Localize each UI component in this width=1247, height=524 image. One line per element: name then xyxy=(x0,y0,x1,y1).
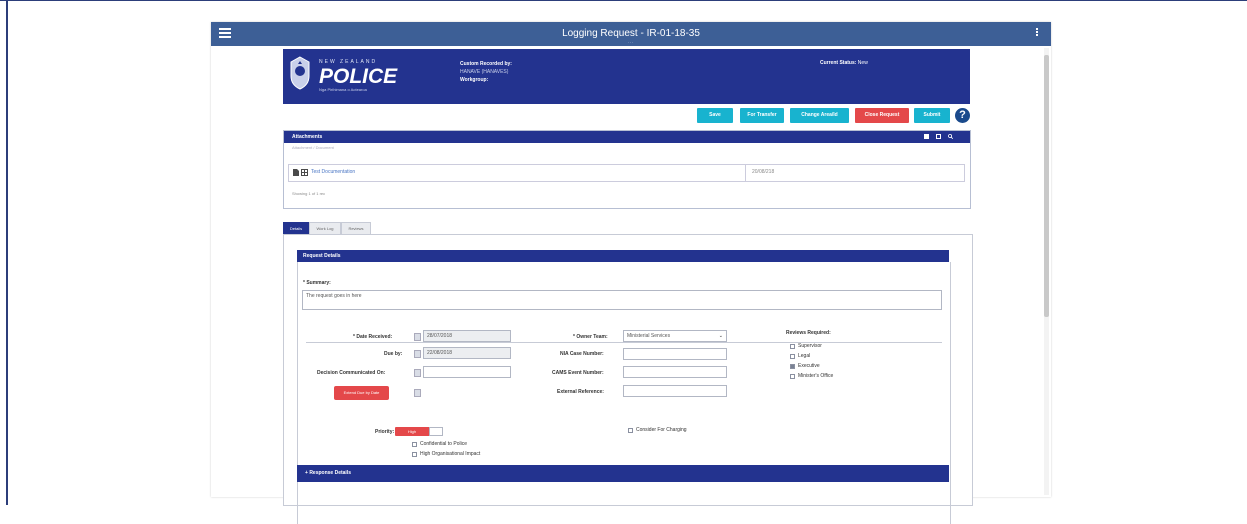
change-area-button[interactable]: Change Area/Id xyxy=(790,108,849,123)
review-legal-checkbox[interactable] xyxy=(790,354,795,359)
request-details-body: * Summary: The request goes in here * Da… xyxy=(297,262,951,524)
review-executive-label: Executive xyxy=(798,363,820,369)
search-icon[interactable] xyxy=(948,134,953,139)
date-received-calendar-icon[interactable] xyxy=(414,333,421,341)
due-by-field[interactable]: 22/08/2018 xyxy=(423,347,511,359)
expand-toggle-icon: + xyxy=(305,470,308,476)
confidential-label: Confidential to Police xyxy=(420,441,467,447)
attachments-count: Showing 1 of 1 rec xyxy=(292,191,326,196)
nia-case-label: NIA Case Number: xyxy=(560,351,604,357)
top-border xyxy=(0,0,1247,1)
submit-button[interactable]: Submit xyxy=(914,108,950,123)
cams-event-label: CAMS Event Number: xyxy=(552,370,604,376)
for-transfer-button[interactable]: For Transfer xyxy=(740,108,784,123)
owner-team-select[interactable]: Ministerial Services ⌄ xyxy=(623,330,727,342)
logged-by-label: Custom Recorded by: xyxy=(460,61,512,67)
title-bar: Logging Request - IR-01-18-35 ... xyxy=(211,22,1051,46)
attachments-title: Attachments xyxy=(292,134,323,140)
review-supervisor-checkbox[interactable] xyxy=(790,344,795,349)
summary-label: * Summary: xyxy=(303,280,331,286)
more-options-icon[interactable] xyxy=(1036,28,1039,40)
consider-charging-label: Consider For Charging xyxy=(636,427,687,433)
status-value: New xyxy=(857,60,868,66)
review-supervisor-label: Supervisor xyxy=(798,343,822,349)
logo-police: POLICE xyxy=(319,65,398,88)
review-legal-label: Legal xyxy=(798,353,811,359)
table-icon xyxy=(301,169,308,176)
police-crest-icon xyxy=(290,56,310,90)
chevron-down-icon: ⌄ xyxy=(718,333,723,339)
decision-communicated-field[interactable] xyxy=(423,366,511,378)
date-received-label: * Date Received: xyxy=(353,334,393,340)
toggle-knob xyxy=(429,427,443,436)
decision-calendar-icon[interactable] xyxy=(414,369,421,377)
org-impact-checkbox[interactable] xyxy=(412,452,417,457)
review-executive-checkbox[interactable] xyxy=(790,364,795,369)
row-divider xyxy=(745,165,746,181)
attachments-panel: Attachments Attachment / Document Test D… xyxy=(283,130,971,209)
date-received-field[interactable]: 28/07/2018 xyxy=(423,330,511,342)
logo-tagline: Nga Pirihimana o Aotearoa xyxy=(319,87,367,92)
due-by-calendar-icon[interactable] xyxy=(414,350,421,358)
attachment-meta: 20/08/218 xyxy=(752,169,775,175)
status-label: Current Status: xyxy=(820,60,857,66)
extend-due-date-button[interactable]: Extend Due by Date xyxy=(334,386,389,400)
header-meta: Custom Recorded by: HANAVE (HANAVES) Wor… xyxy=(460,60,512,84)
review-ministers-office-checkbox[interactable] xyxy=(790,374,795,379)
owner-team-value: Ministerial Services xyxy=(627,333,671,339)
due-by-label: Due by: xyxy=(384,351,403,357)
extend-calendar-icon[interactable] xyxy=(414,389,421,397)
reviews-required-label: Reviews Required: xyxy=(786,330,831,336)
close-request-button[interactable]: Close Request xyxy=(855,108,909,123)
window-title: Logging Request - IR-01-18-35 xyxy=(562,28,700,39)
request-details-header: Request Details xyxy=(297,250,949,262)
owner-team-label: * Owner Team: xyxy=(573,334,608,340)
nia-case-field[interactable] xyxy=(623,348,727,360)
response-details-title: Response Details xyxy=(309,470,351,476)
external-reference-label: External Reference: xyxy=(557,389,604,395)
confidential-checkbox[interactable] xyxy=(412,442,417,447)
cams-event-field[interactable] xyxy=(623,366,727,378)
workgroup-label: Workgroup: xyxy=(460,77,489,83)
document-icon xyxy=(293,169,299,176)
priority-label: Priority: xyxy=(375,429,395,435)
summary-textarea[interactable]: The request goes in here xyxy=(302,290,942,310)
help-icon[interactable]: ? xyxy=(955,108,970,123)
consider-charging-checkbox[interactable] xyxy=(628,428,633,433)
attachment-file-link[interactable]: Test Documentation xyxy=(311,169,355,175)
review-ministers-office-label: Minister's Office xyxy=(798,373,834,379)
attachment-row[interactable]: Test Documentation 20/08/218 xyxy=(288,164,965,182)
save-button[interactable]: Save xyxy=(697,108,733,123)
attachment-type-dropdown[interactable]: Attachment / Document xyxy=(284,143,970,153)
left-border xyxy=(6,0,8,505)
priority-toggle[interactable]: High xyxy=(395,427,443,436)
response-details-header[interactable]: + Response Details xyxy=(297,465,949,482)
org-impact-label: High Organisational Impact xyxy=(420,451,481,457)
logged-by-value: HANAVE (HANAVES) xyxy=(460,69,509,75)
expand-icon[interactable] xyxy=(936,134,941,139)
priority-value: High xyxy=(407,429,417,434)
attachments-header: Attachments xyxy=(284,131,970,143)
current-status: Current Status: New xyxy=(820,60,868,66)
scrollbar-thumb[interactable] xyxy=(1044,55,1049,317)
window-subtitle: ... xyxy=(627,39,635,44)
police-header: NEW ZEALAND POLICE Nga Pirihimana o Aote… xyxy=(283,49,970,104)
section-divider xyxy=(306,342,942,343)
grid-icon[interactable] xyxy=(924,134,929,139)
external-reference-field[interactable] xyxy=(623,385,727,397)
decision-communicated-label: Decision Communicated On: xyxy=(317,370,386,376)
